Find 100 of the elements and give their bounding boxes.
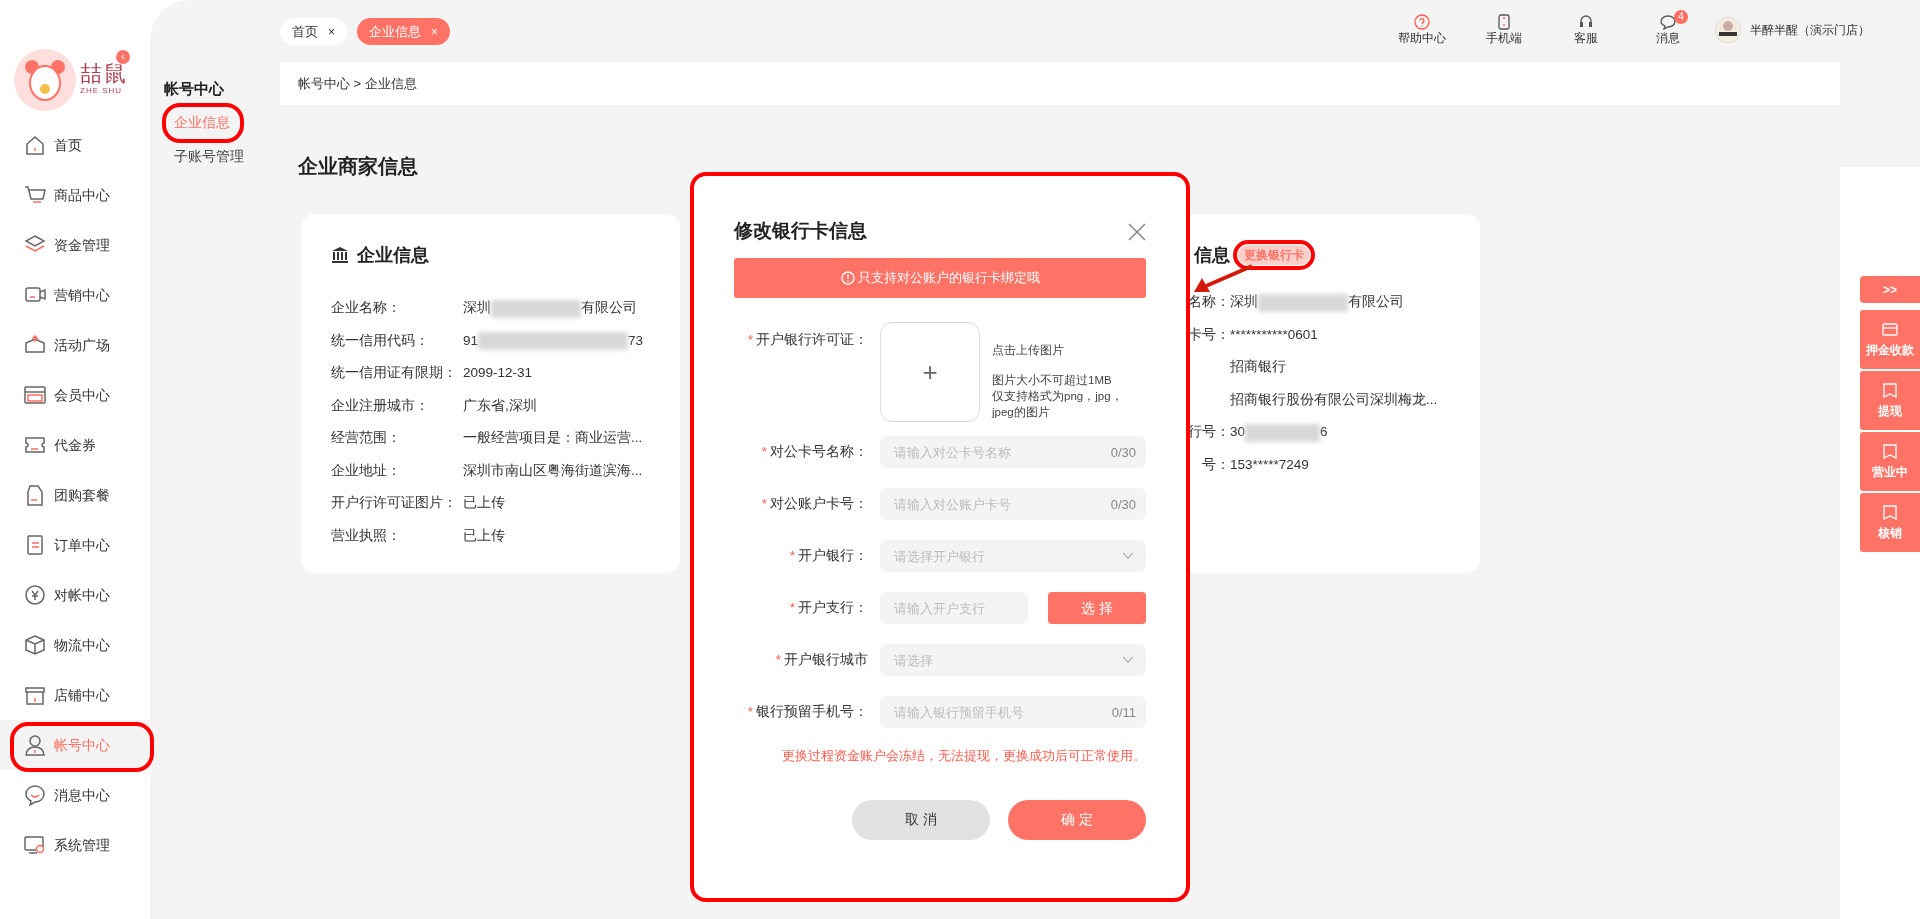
phone-icon [1496,14,1512,30]
cube-icon [24,634,46,656]
warning-text: 更换过程资金账户会冻结，无法提现，更换成功后可正常使用。 [781,747,1146,765]
header-action[interactable]: 客服 [1550,14,1622,48]
chat-icon [24,784,46,806]
field-value: 2099-12-31 [463,364,533,383]
sidebar-item[interactable]: 店铺中心 [0,670,150,720]
field-label: 卡号： [1188,325,1230,344]
field-label: 名称： [1188,293,1230,312]
chevron-down-icon [1122,552,1134,560]
house-icon [24,134,46,156]
field-label: 企业地址： [331,461,401,480]
tag-icon [24,484,46,506]
headset-icon [1578,14,1594,30]
upload-hint: 仅支持格式为png，jpg，jpeg的图片 [992,389,1124,420]
header-action[interactable]: 手机端 [1468,14,1540,48]
field-label: 号： [1202,455,1230,474]
close-icon [1128,222,1146,241]
field-value: 91 73 [463,330,644,351]
sidebar-item[interactable]: 活动广场 [0,320,150,370]
sidebar-item[interactable]: 首页 [0,120,150,170]
field-value: 深圳 有限公司 [1230,292,1404,313]
sidebar-item[interactable]: 系统管理 [0,820,150,870]
bookmark-icon [1881,442,1899,459]
upload-box[interactable]: + [880,322,980,422]
sidebar-item[interactable]: 资金管理 [0,220,150,270]
avatar-icon [1714,16,1742,44]
sidebar-item[interactable]: 消息中心 [0,770,150,820]
field-value: 深圳市南山区粤海街道滨海... [463,461,643,480]
bookmark-icon [1881,503,1899,520]
field-label: * 开户支行： [788,598,868,617]
field-value: 招商银行股份有限公司深圳梅龙... [1230,390,1438,409]
field-label: * 开户银行城市 [774,650,868,669]
monitor-gear-icon [24,834,46,856]
person-icon [24,734,46,756]
field-label: 企业名称： [331,299,401,318]
character-counter: 0/30 [1110,444,1136,462]
store-icon [24,684,46,706]
field-label: 统一信用代码： [331,331,429,350]
card-title: 企业信息 [357,243,429,267]
field-label: * 开户银行许可证： [746,331,868,349]
field-value: 30 6 [1230,422,1328,443]
breadcrumb: 帐号中心 > 企业信息 [298,74,417,93]
card-icon [24,384,46,406]
upload-hint: 点击上传图片 [992,343,1065,358]
field-value: 已上传 [463,526,505,545]
character-counter: 0/11 [1111,704,1136,722]
sidebar-item[interactable]: 会员中心 [0,370,150,420]
character-counter: 0/30 [1110,496,1136,514]
field-label: * 开户银行： [788,546,868,565]
mascot-logo-icon [14,49,76,111]
field-label: * 银行预留手机号： [746,702,868,721]
sidebar-item[interactable]: 团购套餐 [0,470,150,520]
cart-icon [24,184,46,206]
sidebar-item[interactable]: 营销中心 [0,270,150,320]
ticket-icon [24,434,46,456]
notice-banner: 只支持对公账户的银行卡绑定哦 [734,258,1146,298]
field-label: 统一信用证有限期： [331,364,457,383]
help-icon [1414,14,1430,30]
field-label: * 对公卡号名称： [760,442,868,461]
close-icon[interactable]: × [328,22,335,41]
chevron-down-icon [1122,656,1134,664]
user-name[interactable]: 半醉半醒（演示门店） [1750,21,1870,39]
field-value: ***********0601 [1230,325,1318,344]
document-icon [24,534,46,556]
sidebar-item[interactable]: 对帐中心 [0,570,150,620]
box-icon [24,334,46,356]
bank-icon [331,246,349,264]
field-value: 招商银行 [1230,358,1286,377]
section-title: 帐号中心 [163,79,225,99]
notification-badge: 4 [1674,10,1688,24]
logo-subtext: ZHE SHU [80,85,124,97]
upload-hint: 图片大小不可超过1MB [992,373,1113,388]
sidebar-item[interactable]: 物流中心 [0,620,150,670]
field-value: 广东省,深圳 [463,396,537,415]
field-value: 已上传 [463,494,505,513]
header-action[interactable]: 帮助中心 [1386,14,1458,48]
logo-text: 喆鼠 [80,63,128,85]
tab[interactable]: 首页 × [280,18,347,45]
page-title: 企业商家信息 [298,154,419,179]
field-label: 经营范围： [331,429,401,448]
info-icon [840,271,855,285]
field-value: 153*****7249 [1230,455,1309,474]
dialog-title: 修改银行卡信息 [734,218,867,243]
field-label: 营业执照： [331,526,401,545]
card-icon [1881,320,1899,337]
sidebar-item[interactable]: 订单中心 [0,520,150,570]
sidebar-item[interactable]: 代金券 [0,420,150,470]
card-title: 信息 [1194,243,1230,267]
cancel-button[interactable]: 取 消 [852,799,990,840]
chat-icon [1660,14,1676,30]
yen-icon [24,584,46,606]
subnav-item[interactable]: 子账号管理 [150,142,244,171]
sidebar-item[interactable]: 商品中心 [0,170,150,220]
field-label: * 对公账户卡号： [760,494,868,513]
field-value: 一般经营项目是：商业运营... [463,429,643,448]
bookmark-icon [1881,381,1899,398]
field-label: 企业注册城市： [331,396,429,415]
field-label: 开户行许可证图片： [331,494,457,513]
field-value: 深圳 有限公司 [463,298,637,319]
